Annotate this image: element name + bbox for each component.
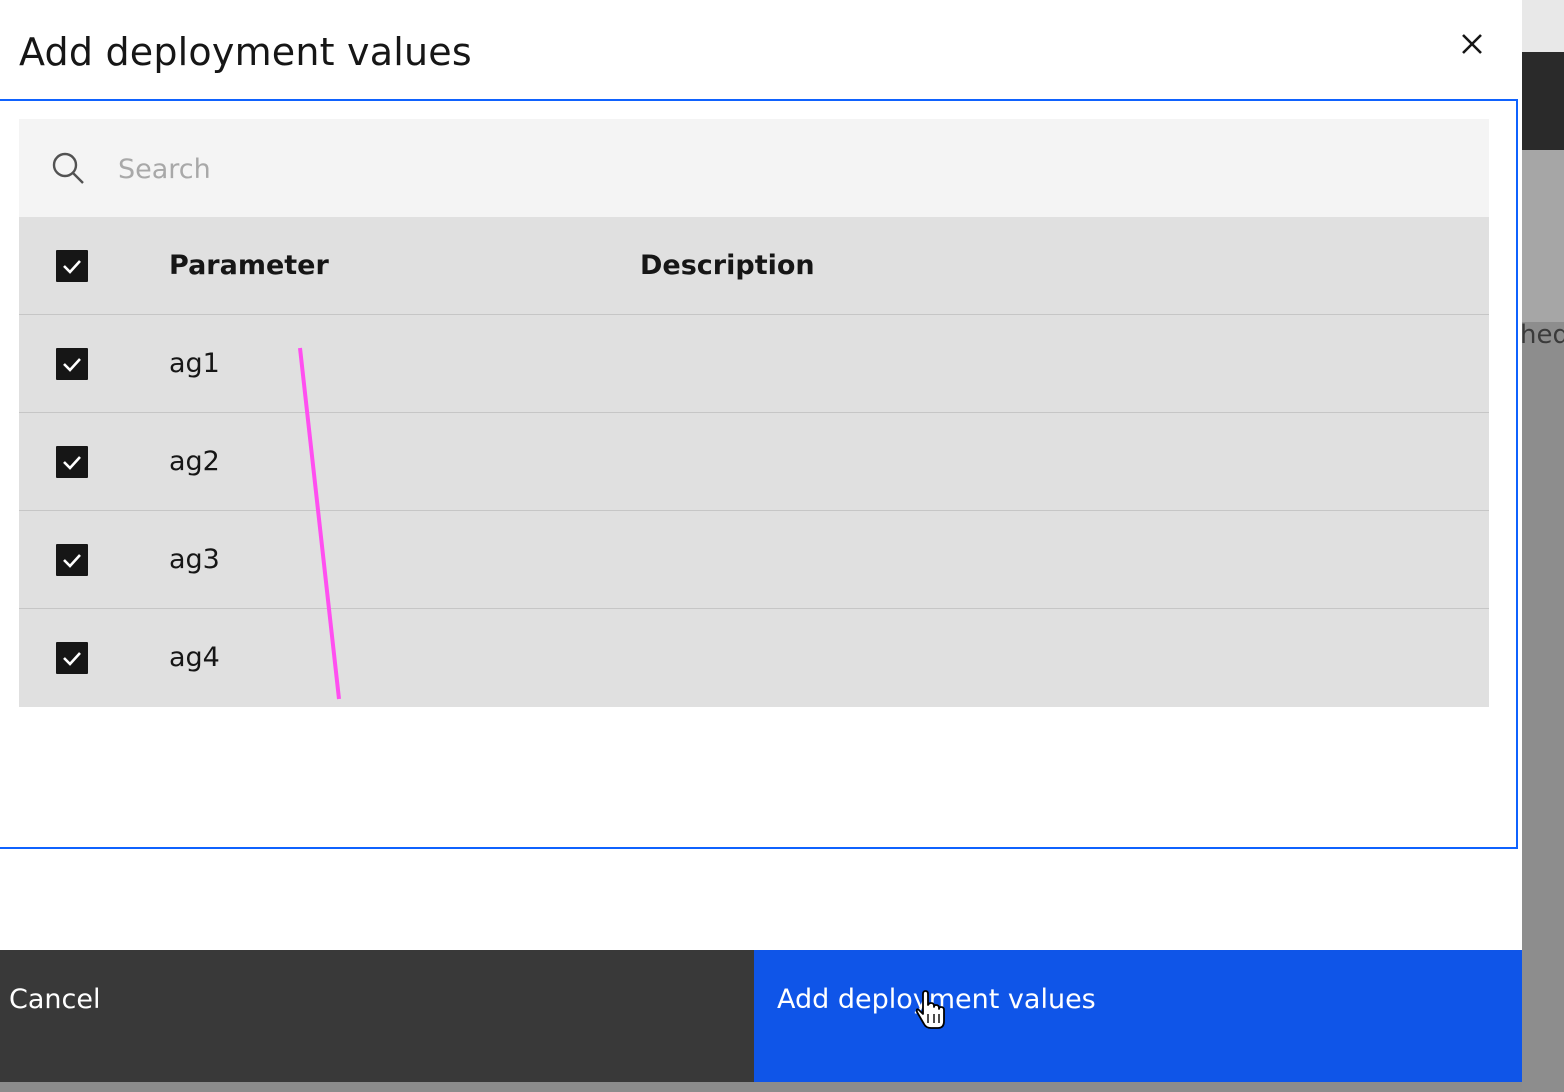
table-row[interactable]: ag4 <box>19 609 1489 707</box>
select-all-checkbox[interactable] <box>56 250 88 282</box>
background-header <box>1522 0 1564 52</box>
row-checkbox[interactable] <box>56 348 88 380</box>
cancel-button[interactable]: Cancel <box>0 950 754 1082</box>
checkmark-icon <box>63 260 81 274</box>
parameters-table: Parameter Description ag1 ag2 ag3 ag4 <box>19 217 1489 707</box>
background-toolbar <box>1522 52 1564 150</box>
add-deployment-values-modal: Add deployment values Parameter Descript… <box>0 0 1522 1082</box>
row-checkbox[interactable] <box>56 544 88 576</box>
table-row[interactable]: ag2 <box>19 413 1489 511</box>
checkmark-icon <box>63 652 81 666</box>
hand-pointer-icon <box>915 990 945 1029</box>
cancel-button-label: Cancel <box>9 984 101 1015</box>
column-header-description[interactable]: Description <box>640 217 815 315</box>
parameter-cell: ag3 <box>169 544 220 575</box>
column-header-parameter[interactable]: Parameter <box>169 217 329 315</box>
table-header-row: Parameter Description <box>19 217 1489 315</box>
checkmark-icon <box>63 358 81 372</box>
parameter-cell: ag1 <box>169 348 220 379</box>
background-app: hed <box>1520 0 1564 1092</box>
checkmark-icon <box>63 554 81 568</box>
modal-title: Add deployment values <box>19 30 472 74</box>
checkmark-icon <box>63 456 81 470</box>
row-checkbox[interactable] <box>56 446 88 478</box>
parameter-cell: ag2 <box>169 446 220 477</box>
modal-footer: Cancel Add deployment values <box>0 950 1522 1082</box>
row-checkbox[interactable] <box>56 642 88 674</box>
add-deployment-values-button[interactable]: Add deployment values <box>754 950 1522 1082</box>
close-button[interactable] <box>1450 22 1494 66</box>
table-row[interactable]: ag1 <box>19 315 1489 413</box>
search-icon <box>52 152 84 184</box>
background-panel: hed <box>1520 150 1564 350</box>
background-partial-text: hed <box>1520 320 1564 350</box>
table-row[interactable]: ag3 <box>19 511 1489 609</box>
close-icon <box>1462 34 1482 54</box>
search-input[interactable] <box>116 140 1460 198</box>
parameter-cell: ag4 <box>169 642 220 673</box>
